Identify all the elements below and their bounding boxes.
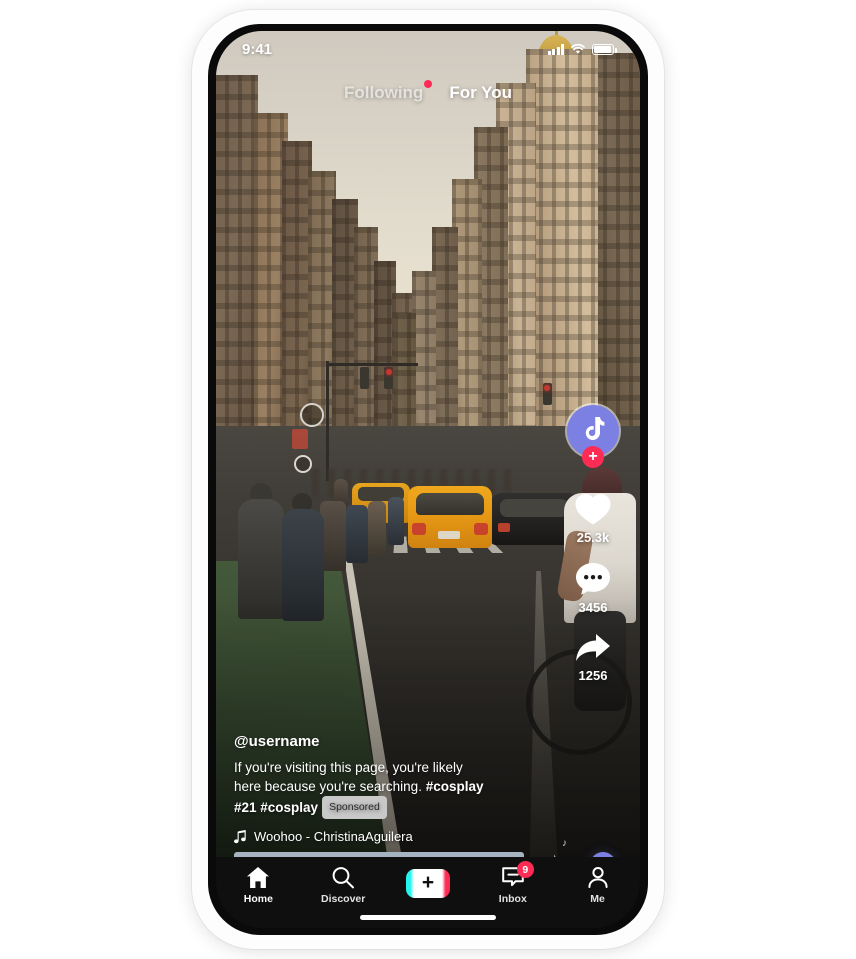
taxi-taillight-left [412, 523, 426, 535]
comment-count: 3456 [578, 600, 608, 615]
pedestrian-5 [368, 501, 386, 555]
traffic-light-a [360, 367, 369, 389]
home-icon [247, 867, 270, 888]
cellular-bars-icon [547, 44, 564, 55]
hashtag-cosplay[interactable]: #cosplay [426, 779, 484, 794]
tab-me-label: Me [590, 893, 605, 905]
share-arrow-icon [576, 634, 610, 661]
tab-inbox-label: Inbox [498, 893, 527, 905]
traffic-signal-arm [328, 363, 418, 366]
follow-plus-badge[interactable]: + [582, 446, 604, 468]
traffic-signal-pole [326, 361, 329, 481]
action-rail: + 25.3k 3456 1256 [556, 405, 630, 699]
feed-tabs: Following For You [216, 80, 640, 103]
tab-following-label: Following [344, 83, 424, 102]
music-row[interactable]: Woohoo - ChristinaAguilera [234, 829, 524, 844]
like-button[interactable]: 25.3k [573, 491, 613, 545]
pedestrian-6 [388, 497, 404, 545]
like-count: 25.3k [576, 530, 610, 545]
music-note-1: ♪ [562, 838, 567, 849]
taxi-taillight-right [474, 523, 488, 535]
tab-home[interactable]: Home [222, 866, 294, 905]
search-icon [332, 867, 355, 889]
status-bar: 9:41 [216, 31, 640, 67]
hashtag-21-cosplay[interactable]: #21 #cosplay [234, 800, 318, 815]
taxi-license-plate [438, 531, 460, 539]
traffic-light-right-lamp [544, 385, 550, 391]
share-count: 1256 [578, 668, 608, 683]
share-button[interactable]: 1256 [573, 631, 613, 683]
tab-discover-label: Discover [321, 893, 366, 905]
avatar-with-follow[interactable]: + [567, 405, 619, 468]
tab-create[interactable]: + [392, 866, 464, 899]
caption-text: If you're visiting this page, you're lik… [234, 758, 524, 819]
battery-icon [592, 44, 617, 55]
no-turn-sign [300, 403, 324, 427]
status-icons [547, 43, 617, 55]
street-sign-round [294, 455, 312, 473]
caption-block: @username If you're visiting this page, … [234, 733, 524, 844]
comment-bubble-icon [576, 563, 610, 595]
tiktok-note-icon [585, 417, 605, 440]
tab-home-label: Home [243, 893, 273, 905]
inbox-badge: 9 [516, 861, 534, 878]
sponsored-badge: Sponsored [322, 796, 387, 819]
caption-line-2: here because you're searching. [234, 779, 426, 794]
tab-discover[interactable]: Discover [307, 866, 379, 905]
person-icon [587, 867, 608, 888]
song-title: Woohoo - ChristinaAguilera [254, 829, 413, 844]
username[interactable]: @username [234, 733, 524, 750]
plus-icon: + [421, 871, 435, 894]
pedestrian-4 [346, 505, 368, 563]
street-sign-red [292, 429, 308, 449]
comment-button[interactable]: 3456 [574, 561, 612, 615]
wifi-icon [571, 43, 585, 54]
tab-for-you-label: For You [449, 83, 512, 102]
tab-following[interactable]: Following [344, 80, 433, 103]
status-time: 9:41 [242, 40, 273, 58]
music-note-icon [234, 829, 246, 843]
home-indicator[interactable] [360, 915, 496, 920]
tab-inbox[interactable]: 9 Inbox [477, 861, 549, 905]
taxi-rear-window [416, 493, 484, 515]
caption-line-1: If you're visiting this page, you're lik… [234, 760, 463, 775]
following-notification-dot [424, 80, 433, 88]
tab-for-you[interactable]: For You [449, 83, 512, 103]
create-button[interactable]: + [405, 869, 450, 898]
heart-icon [575, 494, 611, 525]
dark-car-taillight [498, 523, 510, 532]
phone-screen: 9:41 Following For You + 25.3k 3456 1256… [216, 31, 640, 928]
screenshot-canvas: 9:41 Following For You + 25.3k 3456 1256… [0, 0, 856, 959]
traffic-light-red-lamp [386, 369, 392, 375]
tab-me[interactable]: Me [562, 866, 634, 905]
